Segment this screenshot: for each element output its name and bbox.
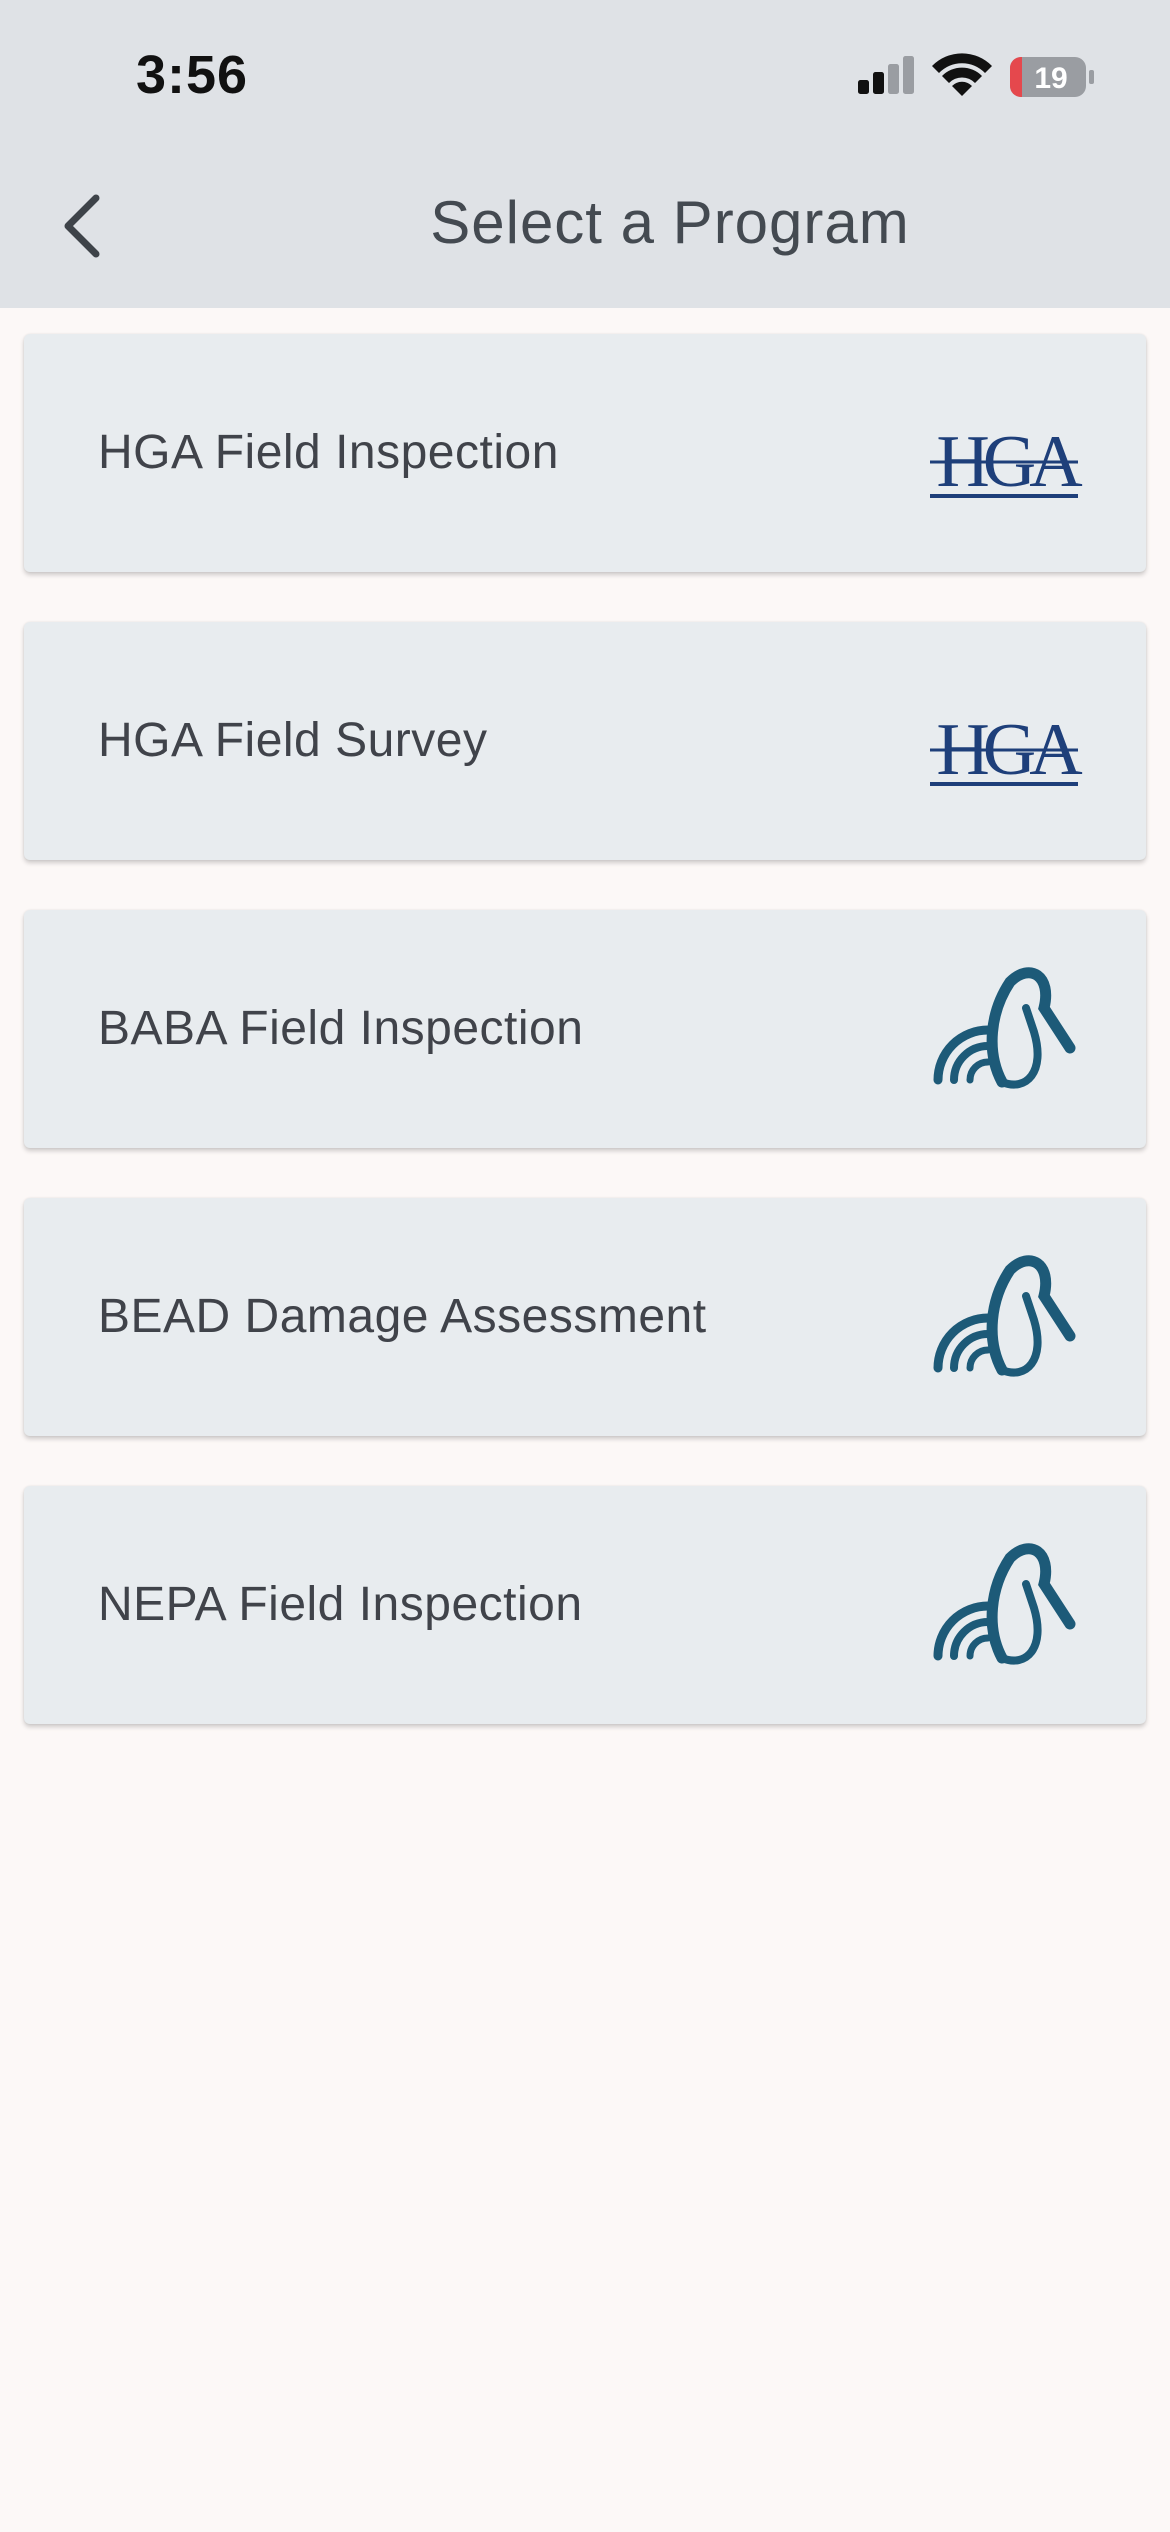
battery-level: 19: [1034, 62, 1067, 95]
status-icons: 19: [858, 53, 1094, 97]
cellular-signal-icon: [858, 56, 914, 94]
hga-logo: HGA: [930, 421, 1086, 503]
top-bar: 3:56 19 Select a Program: [0, 0, 1170, 308]
program-label: HGA Field Survey: [98, 714, 488, 767]
program-label: BEAD Damage Assessment: [98, 1290, 707, 1343]
signal-brand-logo: [933, 967, 1076, 1089]
program-card-hga-field-inspection[interactable]: HGA Field Inspection HGA: [24, 334, 1146, 572]
program-label: NEPA Field Inspection: [98, 1578, 583, 1631]
battery-icon: 19: [1010, 57, 1094, 97]
signal-brand-logo: [933, 1255, 1076, 1377]
program-card-baba-field-inspection[interactable]: BABA Field Inspection: [24, 910, 1146, 1148]
wifi-icon: [932, 53, 992, 96]
program-label: BABA Field Inspection: [98, 1002, 584, 1055]
hga-logo: HGA: [930, 709, 1086, 791]
signal-brand-logo: [933, 1543, 1076, 1665]
page-title: Select a Program: [430, 189, 910, 256]
program-card-bead-damage-assessment[interactable]: BEAD Damage Assessment: [24, 1198, 1146, 1436]
status-time: 3:56: [136, 45, 249, 105]
program-card-hga-field-survey[interactable]: HGA Field Survey HGA: [24, 622, 1146, 860]
program-card-nepa-field-inspection[interactable]: NEPA Field Inspection: [24, 1486, 1146, 1724]
program-list: HGA Field Inspection HGA HGA Field Surve…: [24, 334, 1146, 1774]
program-label: HGA Field Inspection: [98, 426, 559, 479]
